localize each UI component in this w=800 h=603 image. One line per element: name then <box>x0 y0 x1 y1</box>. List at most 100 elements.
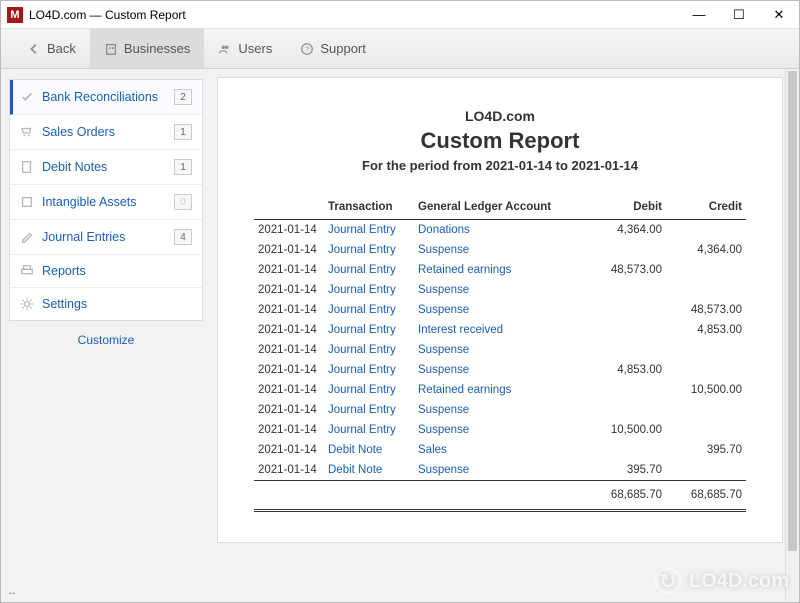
back-label: Back <box>47 41 76 56</box>
table-row: 2021-01-14Journal EntrySuspense <box>254 400 746 420</box>
cell-transaction[interactable]: Debit Note <box>324 460 414 481</box>
table-row: 2021-01-14Journal EntrySuspense10,500.00 <box>254 420 746 440</box>
toolbar: Back Businesses Users ? Support <box>1 29 799 69</box>
cell-account[interactable]: Suspense <box>414 420 586 440</box>
table-row: 2021-01-14Journal EntryDonations4,364.00 <box>254 220 746 241</box>
cell-credit <box>666 260 746 280</box>
minimize-button[interactable]: — <box>679 1 719 29</box>
sidebar-item-journal-entries[interactable]: Journal Entries 4 <box>10 220 202 255</box>
table-row: 2021-01-14Journal EntrySuspense <box>254 340 746 360</box>
sidebar-item-intangible-assets[interactable]: Intangible Assets 0 <box>10 185 202 220</box>
cell-account[interactable]: Retained earnings <box>414 260 586 280</box>
sidebar-item-label: Sales Orders <box>42 125 115 139</box>
cell-credit: 10,500.00 <box>666 380 746 400</box>
scrollbar-thumb[interactable] <box>788 71 797 551</box>
cell-debit <box>586 280 666 300</box>
cell-date: 2021-01-14 <box>254 440 324 460</box>
cell-transaction[interactable]: Journal Entry <box>324 420 414 440</box>
svg-text:?: ? <box>305 46 309 53</box>
table-row: 2021-01-14Journal EntryRetained earnings… <box>254 380 746 400</box>
report-org: LO4D.com <box>254 108 746 124</box>
main-content: LO4D.com Custom Report For the period fr… <box>211 69 799 602</box>
cell-transaction[interactable]: Debit Note <box>324 440 414 460</box>
cell-transaction[interactable]: Journal Entry <box>324 220 414 241</box>
cell-credit: 4,364.00 <box>666 240 746 260</box>
cell-account[interactable]: Suspense <box>414 460 586 481</box>
sidebar-item-settings[interactable]: Settings <box>10 288 202 320</box>
back-button[interactable]: Back <box>13 29 90 68</box>
cell-date: 2021-01-14 <box>254 400 324 420</box>
table-row: 2021-01-14Debit NoteSuspense395.70 <box>254 460 746 481</box>
cell-transaction[interactable]: Journal Entry <box>324 280 414 300</box>
sidebar-item-label: Settings <box>42 297 87 311</box>
cell-transaction[interactable]: Journal Entry <box>324 320 414 340</box>
table-row: 2021-01-14Journal EntrySuspense <box>254 280 746 300</box>
cell-account[interactable]: Suspense <box>414 280 586 300</box>
cell-transaction[interactable]: Journal Entry <box>324 380 414 400</box>
cell-account[interactable]: Suspense <box>414 340 586 360</box>
tab-users[interactable]: Users <box>204 29 286 68</box>
cell-transaction[interactable]: Journal Entry <box>324 300 414 320</box>
cell-transaction[interactable]: Journal Entry <box>324 260 414 280</box>
cell-debit <box>586 340 666 360</box>
cell-credit <box>666 400 746 420</box>
cell-transaction[interactable]: Journal Entry <box>324 240 414 260</box>
note-icon <box>20 160 34 174</box>
cell-credit <box>666 460 746 481</box>
cell-debit <box>586 380 666 400</box>
cell-account[interactable]: Suspense <box>414 400 586 420</box>
window-title: LO4D.com — Custom Report <box>29 8 186 22</box>
table-row: 2021-01-14Journal EntrySuspense4,853.00 <box>254 360 746 380</box>
cell-date: 2021-01-14 <box>254 340 324 360</box>
maximize-button[interactable]: ☐ <box>719 1 759 29</box>
cell-credit <box>666 220 746 241</box>
app-icon: M <box>7 7 23 23</box>
col-date <box>254 195 324 220</box>
tab-businesses[interactable]: Businesses <box>90 29 204 68</box>
table-row: 2021-01-14Journal EntryRetained earnings… <box>254 260 746 280</box>
sidebar-item-label: Reports <box>42 264 86 278</box>
sidebar-item-bank-reconciliations[interactable]: Bank Reconciliations 2 <box>10 80 202 115</box>
sidebar-item-label: Debit Notes <box>42 160 107 174</box>
tab-businesses-label: Businesses <box>124 41 190 56</box>
cell-transaction[interactable]: Journal Entry <box>324 360 414 380</box>
cell-transaction[interactable]: Journal Entry <box>324 400 414 420</box>
cell-account[interactable]: Suspense <box>414 300 586 320</box>
table-row: 2021-01-14Journal EntrySuspense4,364.00 <box>254 240 746 260</box>
customize-link[interactable]: Customize <box>9 321 203 359</box>
printer-icon <box>20 264 34 278</box>
asset-icon <box>20 195 34 209</box>
close-button[interactable]: ✕ <box>759 1 799 29</box>
cell-credit: 4,853.00 <box>666 320 746 340</box>
sidebar-item-label: Bank Reconciliations <box>42 90 158 104</box>
report-title: Custom Report <box>254 128 746 154</box>
cell-account[interactable]: Interest received <box>414 320 586 340</box>
cell-debit: 4,364.00 <box>586 220 666 241</box>
col-transaction: Transaction <box>324 195 414 220</box>
cell-account[interactable]: Donations <box>414 220 586 241</box>
table-row: 2021-01-14Journal EntrySuspense48,573.00 <box>254 300 746 320</box>
cell-transaction[interactable]: Journal Entry <box>324 340 414 360</box>
cell-date: 2021-01-14 <box>254 380 324 400</box>
cell-date: 2021-01-14 <box>254 220 324 241</box>
cell-debit: 395.70 <box>586 460 666 481</box>
cell-account[interactable]: Suspense <box>414 240 586 260</box>
sidebar-item-debit-notes[interactable]: Debit Notes 1 <box>10 150 202 185</box>
cell-debit <box>586 240 666 260</box>
sidebar: Bank Reconciliations 2 Sales Orders 1 De… <box>1 69 211 602</box>
col-account: General Ledger Account <box>414 195 586 220</box>
cell-account[interactable]: Sales <box>414 440 586 460</box>
total-credit: 68,685.70 <box>666 481 746 511</box>
scrollbar-track[interactable] <box>785 69 799 602</box>
titlebar: M LO4D.com — Custom Report — ☐ ✕ <box>1 1 799 29</box>
tab-support-label: Support <box>320 41 366 56</box>
cell-account[interactable]: Suspense <box>414 360 586 380</box>
sidebar-item-sales-orders[interactable]: Sales Orders 1 <box>10 115 202 150</box>
sidebar-item-reports[interactable]: Reports <box>10 255 202 288</box>
table-row: 2021-01-14Debit NoteSales395.70 <box>254 440 746 460</box>
tab-support[interactable]: ? Support <box>286 29 380 68</box>
table-row: 2021-01-14Journal EntryInterest received… <box>254 320 746 340</box>
cell-debit <box>586 400 666 420</box>
cell-account[interactable]: Retained earnings <box>414 380 586 400</box>
col-credit: Credit <box>666 195 746 220</box>
